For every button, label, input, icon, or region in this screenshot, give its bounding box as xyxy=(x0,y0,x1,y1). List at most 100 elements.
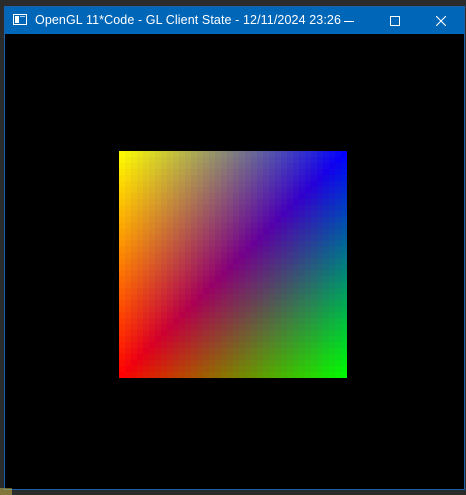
quad-cell xyxy=(245,228,252,236)
quad-cell xyxy=(305,210,312,218)
quad-cell xyxy=(179,246,186,254)
quad-cell xyxy=(239,222,246,230)
quad-cell xyxy=(299,276,306,284)
quad-cell xyxy=(149,246,156,254)
quad-cell xyxy=(335,306,342,313)
quad-cell xyxy=(263,318,270,325)
quad-cell xyxy=(131,372,138,378)
title-bar[interactable]: OpenGL 11*Code - GL Client State - 12/11… xyxy=(5,7,464,34)
quad-cell xyxy=(191,180,198,188)
quad-cell xyxy=(305,366,312,373)
quad-cell xyxy=(161,288,168,295)
quad-cell xyxy=(341,234,347,242)
quad-cell xyxy=(149,192,156,200)
quad-cell xyxy=(125,348,132,355)
quad-cell xyxy=(257,234,264,242)
quad-cell xyxy=(275,354,282,361)
quad-cell xyxy=(239,276,246,284)
quad-cell xyxy=(179,156,186,164)
quad-cell xyxy=(245,348,252,355)
quad-cell xyxy=(185,168,192,176)
quad-cell xyxy=(311,288,318,295)
quad-cell xyxy=(149,354,156,361)
quad-cell xyxy=(155,246,162,254)
quad-cell xyxy=(335,330,342,337)
quad-cell xyxy=(149,222,156,230)
quad-cell xyxy=(293,192,300,200)
opengl-viewport[interactable] xyxy=(5,34,464,489)
minimize-button[interactable] xyxy=(326,7,372,34)
quad-cell xyxy=(167,198,174,206)
quad-cell xyxy=(329,312,336,319)
quad-cell xyxy=(341,216,347,224)
quad-cell xyxy=(125,264,132,272)
quad-cell xyxy=(341,204,347,212)
quad-cell xyxy=(119,246,126,254)
quad-cell xyxy=(281,360,288,367)
quad-cell xyxy=(227,270,234,278)
quad-cell xyxy=(119,156,126,164)
quad-cell xyxy=(143,246,150,254)
quad-cell xyxy=(119,330,126,337)
quad-cell xyxy=(323,354,330,361)
quad-cell xyxy=(251,204,258,212)
quad-cell xyxy=(233,360,240,367)
quad-cell xyxy=(335,168,342,176)
quad-cell xyxy=(179,336,186,343)
quad-cell xyxy=(281,240,288,248)
quad-cell xyxy=(245,210,252,218)
app-window-icon[interactable] xyxy=(13,14,27,25)
quad-cell xyxy=(173,282,180,289)
quad-cell xyxy=(287,168,294,176)
quad-cell xyxy=(257,312,264,319)
quad-cell xyxy=(269,258,276,266)
quad-cell xyxy=(245,306,252,313)
quad-cell xyxy=(275,330,282,337)
quad-cell xyxy=(281,318,288,325)
quad-cell xyxy=(341,312,347,319)
quad-cell xyxy=(155,234,162,242)
quad-cell xyxy=(251,168,258,176)
quad-cell xyxy=(299,270,306,278)
quad-cell xyxy=(227,246,234,254)
quad-cell xyxy=(281,168,288,176)
quad-cell xyxy=(341,258,347,266)
quad-cell xyxy=(293,168,300,176)
quad-cell xyxy=(203,312,210,319)
quad-cell xyxy=(167,186,174,194)
quad-cell xyxy=(251,174,258,182)
quad-cell xyxy=(245,198,252,206)
quad-cell xyxy=(197,174,204,182)
quad-cell xyxy=(179,234,186,242)
quad-cell xyxy=(149,198,156,206)
quad-cell xyxy=(233,372,240,378)
quad-cell xyxy=(317,312,324,319)
quad-cell xyxy=(257,294,264,301)
quad-cell xyxy=(191,246,198,254)
quad-cell xyxy=(245,312,252,319)
quad-cell xyxy=(149,348,156,355)
quad-cell xyxy=(329,366,336,373)
quad-cell xyxy=(197,276,204,284)
close-button[interactable] xyxy=(418,7,464,34)
quad-cell xyxy=(215,192,222,200)
quad-cell xyxy=(149,168,156,176)
quad-cell xyxy=(293,204,300,212)
quad-cell xyxy=(239,348,246,355)
quad-cell xyxy=(155,318,162,325)
quad-cell xyxy=(329,174,336,182)
quad-cell xyxy=(329,282,336,289)
maximize-button[interactable] xyxy=(372,7,418,34)
quad-cell xyxy=(317,216,324,224)
quad-cell xyxy=(245,360,252,367)
quad-cell xyxy=(173,276,180,284)
quad-cell xyxy=(341,288,347,295)
quad-cell xyxy=(233,240,240,248)
quad-cell xyxy=(173,198,180,206)
quad-cell xyxy=(269,210,276,218)
quad-cell xyxy=(227,342,234,349)
window-title: OpenGL 11*Code - GL Client State - 12/11… xyxy=(35,13,341,27)
quad-cell xyxy=(293,186,300,194)
quad-cell xyxy=(257,156,264,164)
quad-cell xyxy=(119,180,126,188)
